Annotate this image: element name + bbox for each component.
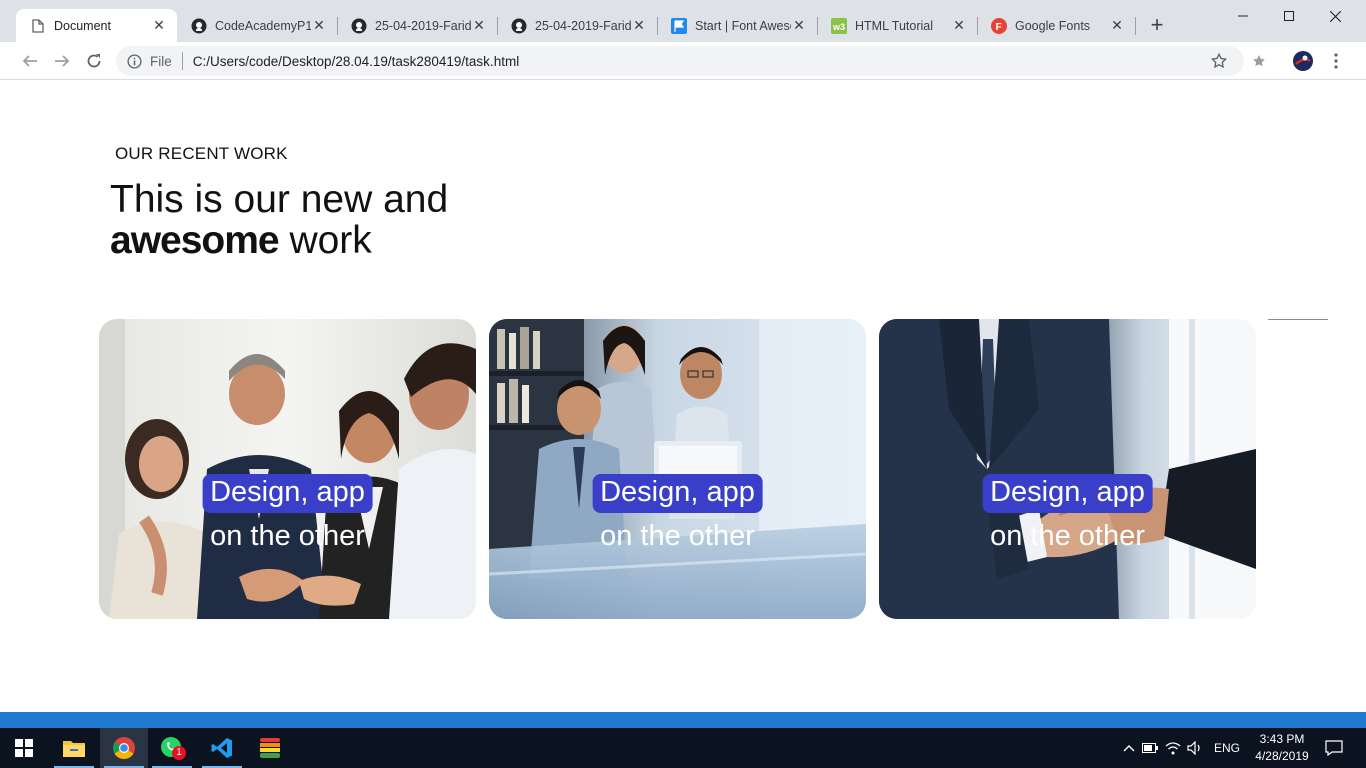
headline-rest: work bbox=[278, 219, 372, 262]
close-icon[interactable]: ✕ bbox=[151, 18, 167, 34]
color-app-icon[interactable] bbox=[246, 728, 294, 768]
meeting-photo bbox=[99, 319, 476, 619]
info-icon[interactable] bbox=[126, 53, 142, 69]
notification-badge: 1 bbox=[172, 746, 186, 760]
start-button[interactable] bbox=[0, 728, 48, 768]
tab-label: 25-04-2019-Farid bbox=[375, 18, 471, 33]
forward-button[interactable] bbox=[50, 49, 74, 73]
work-card[interactable]: Design, app on the other bbox=[879, 319, 1256, 619]
notification-center-icon[interactable] bbox=[1310, 728, 1358, 768]
svg-text:w3: w3 bbox=[832, 22, 845, 32]
close-icon[interactable]: ✕ bbox=[951, 18, 967, 34]
github-icon bbox=[351, 18, 367, 34]
minimize-button[interactable] bbox=[1220, 0, 1266, 32]
card-caption-subtitle: on the other bbox=[210, 520, 365, 552]
url-text[interactable]: C:/Users/code/Desktop/28.04.19/task28041… bbox=[193, 54, 519, 69]
file-explorer-icon[interactable] bbox=[50, 728, 98, 768]
tab-label: Start | Font Awesome bbox=[695, 18, 791, 33]
close-icon[interactable]: ✕ bbox=[791, 18, 807, 34]
w3schools-icon: w3 bbox=[831, 17, 847, 34]
profile-avatar-icon[interactable] bbox=[1293, 51, 1313, 71]
card-caption-subtitle: on the other bbox=[600, 520, 755, 552]
handshake-photo bbox=[879, 319, 1256, 619]
svg-text:F: F bbox=[996, 22, 1002, 33]
close-icon[interactable]: ✕ bbox=[311, 18, 327, 34]
card-caption-highlight: Design, app bbox=[202, 474, 373, 513]
google-fonts-icon: F bbox=[991, 17, 1007, 34]
headline-line1: This is our new and bbox=[110, 178, 449, 221]
battery-icon[interactable] bbox=[1138, 743, 1162, 753]
tab-label: HTML Tutorial bbox=[855, 18, 934, 33]
page-viewport: OUR RECENT WORK This is our new and awes… bbox=[8, 81, 1358, 712]
chevron-up-icon[interactable] bbox=[1120, 744, 1138, 752]
tab-html-tutorial[interactable]: w3 HTML Tutorial ✕ bbox=[817, 9, 977, 42]
clock-date: 4/28/2019 bbox=[1255, 749, 1309, 763]
vscode-icon[interactable] bbox=[198, 728, 246, 768]
tab-font-awesome[interactable]: Start | Font Awesome ✕ bbox=[657, 9, 817, 42]
menu-dots-icon[interactable] bbox=[1326, 51, 1346, 71]
system-tray: ENG bbox=[1120, 728, 1240, 768]
whatsapp-icon[interactable]: 1 bbox=[148, 728, 196, 768]
back-button[interactable] bbox=[18, 49, 42, 73]
new-tab-button[interactable]: + bbox=[1146, 14, 1168, 36]
tab-label: CodeAcademyP11 bbox=[215, 18, 311, 33]
section-eyebrow: OUR RECENT WORK bbox=[115, 144, 288, 163]
github-icon bbox=[191, 18, 207, 34]
language-indicator[interactable]: ENG bbox=[1214, 741, 1240, 755]
github-icon bbox=[511, 18, 527, 34]
work-card[interactable]: Design, app on the other bbox=[99, 319, 476, 619]
tab-document[interactable]: Document ✕ bbox=[16, 9, 177, 42]
volume-icon[interactable] bbox=[1184, 741, 1206, 755]
desktop-strip bbox=[0, 712, 1366, 728]
close-icon[interactable]: ✕ bbox=[1109, 18, 1125, 34]
close-window-button[interactable] bbox=[1312, 0, 1358, 32]
extension-star-icon[interactable] bbox=[1249, 51, 1269, 71]
chrome-icon[interactable] bbox=[100, 728, 148, 768]
close-icon[interactable]: ✕ bbox=[471, 18, 487, 34]
flag-icon bbox=[671, 17, 687, 34]
card-caption-subtitle: on the other bbox=[990, 520, 1145, 552]
decorative-rule bbox=[1268, 319, 1328, 320]
work-card[interactable]: Design, app on the other bbox=[489, 319, 866, 619]
tab-label: Document bbox=[54, 18, 111, 33]
maximize-button[interactable] bbox=[1266, 0, 1312, 32]
tab-codeacademy[interactable]: CodeAcademyP11 ✕ bbox=[177, 9, 337, 42]
url-scheme: File bbox=[150, 53, 172, 69]
team-office-photo bbox=[489, 319, 866, 619]
tab-separator bbox=[1135, 17, 1136, 35]
document-icon bbox=[30, 18, 46, 34]
wifi-icon[interactable] bbox=[1162, 741, 1184, 755]
omnibox-divider bbox=[181, 52, 183, 70]
section-headline: This is our new and awesome work bbox=[110, 179, 448, 261]
address-bar[interactable]: File C:/Users/code/Desktop/28.04.19/task… bbox=[116, 46, 1244, 76]
headline-bold-word: awesome bbox=[110, 219, 280, 262]
clock-time: 3:43 PM bbox=[1259, 732, 1305, 746]
tab-label: 25-04-2019-Farid bbox=[535, 18, 631, 33]
windows-taskbar: 1 ENG 3:43 PM 4/28/2019 bbox=[0, 728, 1366, 768]
card-caption-highlight: Design, app bbox=[982, 474, 1153, 513]
browser-tabstrip: Document ✕ CodeAcademyP11 ✕ 25-04-2019-F… bbox=[0, 0, 1366, 42]
tab-farid-1[interactable]: 25-04-2019-Farid ✕ bbox=[337, 9, 497, 42]
tab-label: Google Fonts bbox=[1015, 18, 1091, 33]
card-caption-highlight: Design, app bbox=[592, 474, 763, 513]
tab-google-fonts[interactable]: F Google Fonts ✕ bbox=[977, 9, 1135, 42]
bookmark-star-icon[interactable] bbox=[1210, 52, 1228, 70]
tab-farid-2[interactable]: 25-04-2019-Farid ✕ bbox=[497, 9, 657, 42]
close-icon[interactable]: ✕ bbox=[631, 18, 647, 34]
taskbar-clock[interactable]: 3:43 PM 4/28/2019 bbox=[1250, 731, 1314, 765]
browser-toolbar: File C:/Users/code/Desktop/28.04.19/task… bbox=[0, 42, 1366, 80]
reload-button[interactable] bbox=[82, 49, 106, 73]
headline-line2: awesome work bbox=[110, 220, 448, 261]
